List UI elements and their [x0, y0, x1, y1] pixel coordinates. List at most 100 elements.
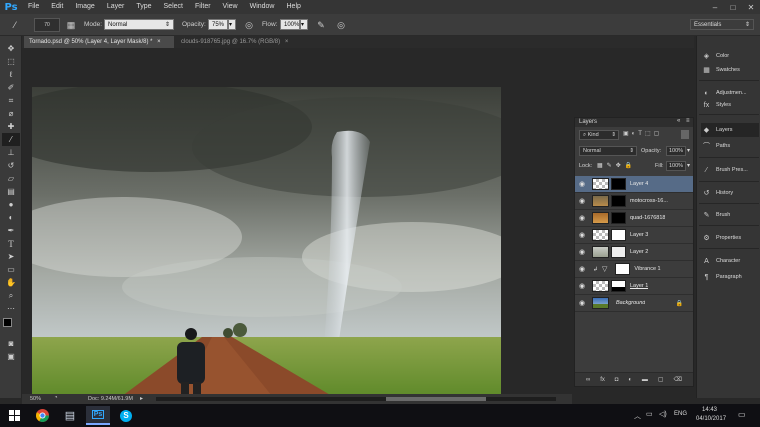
brush-tool-button-icon[interactable]: ⁄ — [2, 133, 20, 146]
menu-file[interactable]: File — [22, 0, 45, 14]
visibility-eye-icon[interactable]: ◉ — [575, 299, 589, 307]
opacity-dropdown[interactable]: ▾ — [228, 19, 236, 30]
notifications-icon[interactable]: ▭ — [738, 410, 746, 419]
opacity-input[interactable]: 75% — [208, 19, 228, 30]
fill-input[interactable]: 100% — [666, 161, 686, 171]
tab-tornado-close-icon[interactable]: × — [157, 39, 161, 45]
menu-select[interactable]: Select — [158, 0, 189, 14]
layer-row-motocross[interactable]: ◉ motocross-16... — [575, 193, 693, 210]
marquee-tool-icon[interactable]: ⬚ — [2, 55, 20, 68]
workspace-select[interactable]: Essentials ⇕ — [690, 19, 754, 30]
filter-toggle[interactable] — [681, 130, 689, 139]
trash-icon[interactable]: ⌫ — [673, 376, 681, 383]
panel-swatches[interactable]: ▦ Swatches — [701, 63, 759, 77]
foreground-color-swatch[interactable] — [3, 318, 12, 327]
layer-row-background[interactable]: ◉ Background 🔒 — [575, 295, 693, 312]
layer-name[interactable]: Layer 3 — [630, 232, 648, 238]
link-layers-icon[interactable]: ∞ — [586, 377, 590, 383]
eyedropper-tool-icon[interactable]: ⌀ — [2, 107, 20, 120]
mode-select[interactable]: Normal ⇕ — [104, 19, 174, 30]
layer-name[interactable]: motocross-16... — [630, 198, 668, 204]
layer-row-quad[interactable]: ◉ quad-1676818 — [575, 210, 693, 227]
brush-tool-icon[interactable]: ⁄ — [8, 18, 22, 32]
tab-tornado[interactable]: Tornado.psd @ 50% (Layer 4, Layer Mask/8… — [24, 36, 174, 48]
layer-name[interactable]: Layer 2 — [630, 249, 648, 255]
dodge-tool-icon[interactable]: ◐ — [2, 211, 20, 224]
visibility-eye-icon[interactable]: ◉ — [575, 265, 589, 273]
layer-name[interactable]: Layer 1 — [630, 283, 648, 289]
gradient-tool-icon[interactable]: ▤ — [2, 185, 20, 198]
clone-stamp-tool-icon[interactable]: ⊥ — [2, 146, 20, 159]
menu-layer[interactable]: Layer — [101, 0, 131, 14]
filter-icons[interactable]: ▣◐T⬚▢ — [623, 130, 662, 137]
document-image[interactable] — [32, 87, 501, 396]
panel-styles[interactable]: fx Styles — [701, 100, 759, 110]
panel-character[interactable]: A Character — [701, 254, 759, 268]
layer-mask-thumbnail[interactable] — [611, 195, 626, 207]
skype-app[interactable]: S — [114, 406, 138, 425]
menu-edit[interactable]: Edit — [45, 0, 69, 14]
layer-mask-thumbnail[interactable] — [611, 212, 626, 224]
filter-kind-select[interactable]: ⌕ Kind ⇕ — [579, 130, 619, 140]
clock-date[interactable]: 04/10/2017 — [696, 416, 726, 422]
layer-opacity-dropdown[interactable]: ▾ — [687, 147, 690, 154]
layer-row-layer-2[interactable]: ◉ Layer 2 — [575, 244, 693, 261]
menu-type[interactable]: Type — [130, 0, 157, 14]
close-window-button[interactable]: ✕ — [742, 0, 760, 14]
type-tool-icon[interactable]: T — [2, 237, 20, 250]
panel-brush-presets[interactable]: ⁄ Brush Pres... — [701, 163, 759, 177]
layer-style-icon[interactable]: fx — [600, 377, 605, 383]
layer-name[interactable]: quad-1676818 — [630, 215, 665, 221]
flow-dropdown[interactable]: ▾ — [300, 19, 308, 30]
panel-menu-icon[interactable]: ≡ — [686, 118, 690, 124]
file-explorer-app[interactable]: ▤ — [58, 406, 82, 425]
flow-input[interactable]: 100% — [280, 19, 300, 30]
zoom-level[interactable]: 50% — [30, 396, 41, 402]
chrome-app[interactable] — [30, 406, 54, 425]
network-icon[interactable]: ▭ — [646, 410, 653, 418]
history-brush-tool-icon[interactable]: ↺ — [2, 159, 20, 172]
pressure-opacity-icon[interactable]: ◎ — [242, 18, 256, 32]
menu-filter[interactable]: Filter — [189, 0, 217, 14]
panel-color[interactable]: ◈ Color — [701, 49, 759, 63]
visibility-eye-icon[interactable]: ◉ — [575, 214, 589, 222]
quick-mask-icon[interactable]: ◙ — [2, 337, 20, 350]
panel-history[interactable]: ↺ History — [701, 186, 759, 200]
panel-paths[interactable]: ⌒ Paths — [701, 139, 759, 153]
tray-chevron-icon[interactable]: ︿ — [634, 411, 641, 421]
quick-select-tool-icon[interactable]: ✐ — [2, 81, 20, 94]
layer-mask-thumbnail[interactable] — [615, 263, 631, 275]
screen-mode-icon[interactable]: ▣ — [2, 350, 20, 363]
fill-dropdown[interactable]: ▾ — [687, 162, 690, 169]
minimize-button[interactable]: – — [706, 0, 724, 14]
volume-icon[interactable]: ◁) — [659, 410, 667, 418]
brush-preset-picker[interactable]: 70 — [34, 18, 60, 32]
brush-panel-icon[interactable]: ▦ — [64, 18, 78, 32]
visibility-eye-icon[interactable]: ◉ — [575, 231, 589, 239]
healing-brush-tool-icon[interactable]: ✚ — [2, 120, 20, 133]
maximize-button[interactable]: □ — [724, 0, 742, 14]
adjustment-layer-icon[interactable]: ◐ — [628, 377, 632, 383]
shape-tool-icon[interactable]: ▭ — [2, 263, 20, 276]
start-button[interactable] — [2, 406, 26, 425]
layers-panel-title[interactable]: Layers — [579, 119, 597, 125]
layer-mask-thumbnail[interactable] — [611, 229, 626, 241]
panel-properties[interactable]: ⚙ Properties — [701, 231, 759, 245]
layer-opacity-input[interactable]: 100% — [666, 146, 686, 156]
tab-clouds-close-icon[interactable]: × — [285, 39, 289, 45]
layer-mask-thumbnail[interactable] — [611, 178, 626, 190]
lock-icons[interactable]: ▦✎✥🔒 — [597, 162, 636, 169]
visibility-eye-icon[interactable]: ◉ — [575, 180, 589, 188]
crop-tool-icon[interactable]: ⌗ — [2, 94, 20, 107]
zoom-tool-icon[interactable]: ⌕ — [2, 289, 20, 302]
add-mask-icon[interactable]: ◘ — [615, 377, 619, 383]
menu-help[interactable]: Help — [281, 0, 307, 14]
more-tools-icon[interactable]: ⋯ — [2, 302, 20, 315]
menu-window[interactable]: Window — [244, 0, 281, 14]
new-group-icon[interactable]: ▬ — [642, 377, 648, 383]
photoshop-app[interactable]: Ps — [86, 406, 110, 425]
clock-time[interactable]: 14:43 — [702, 407, 717, 413]
layer-row-layer-3[interactable]: ◉ Layer 3 — [575, 227, 693, 244]
menu-image[interactable]: Image — [69, 0, 100, 14]
layer-name[interactable]: Vibrance 1 — [634, 266, 660, 272]
